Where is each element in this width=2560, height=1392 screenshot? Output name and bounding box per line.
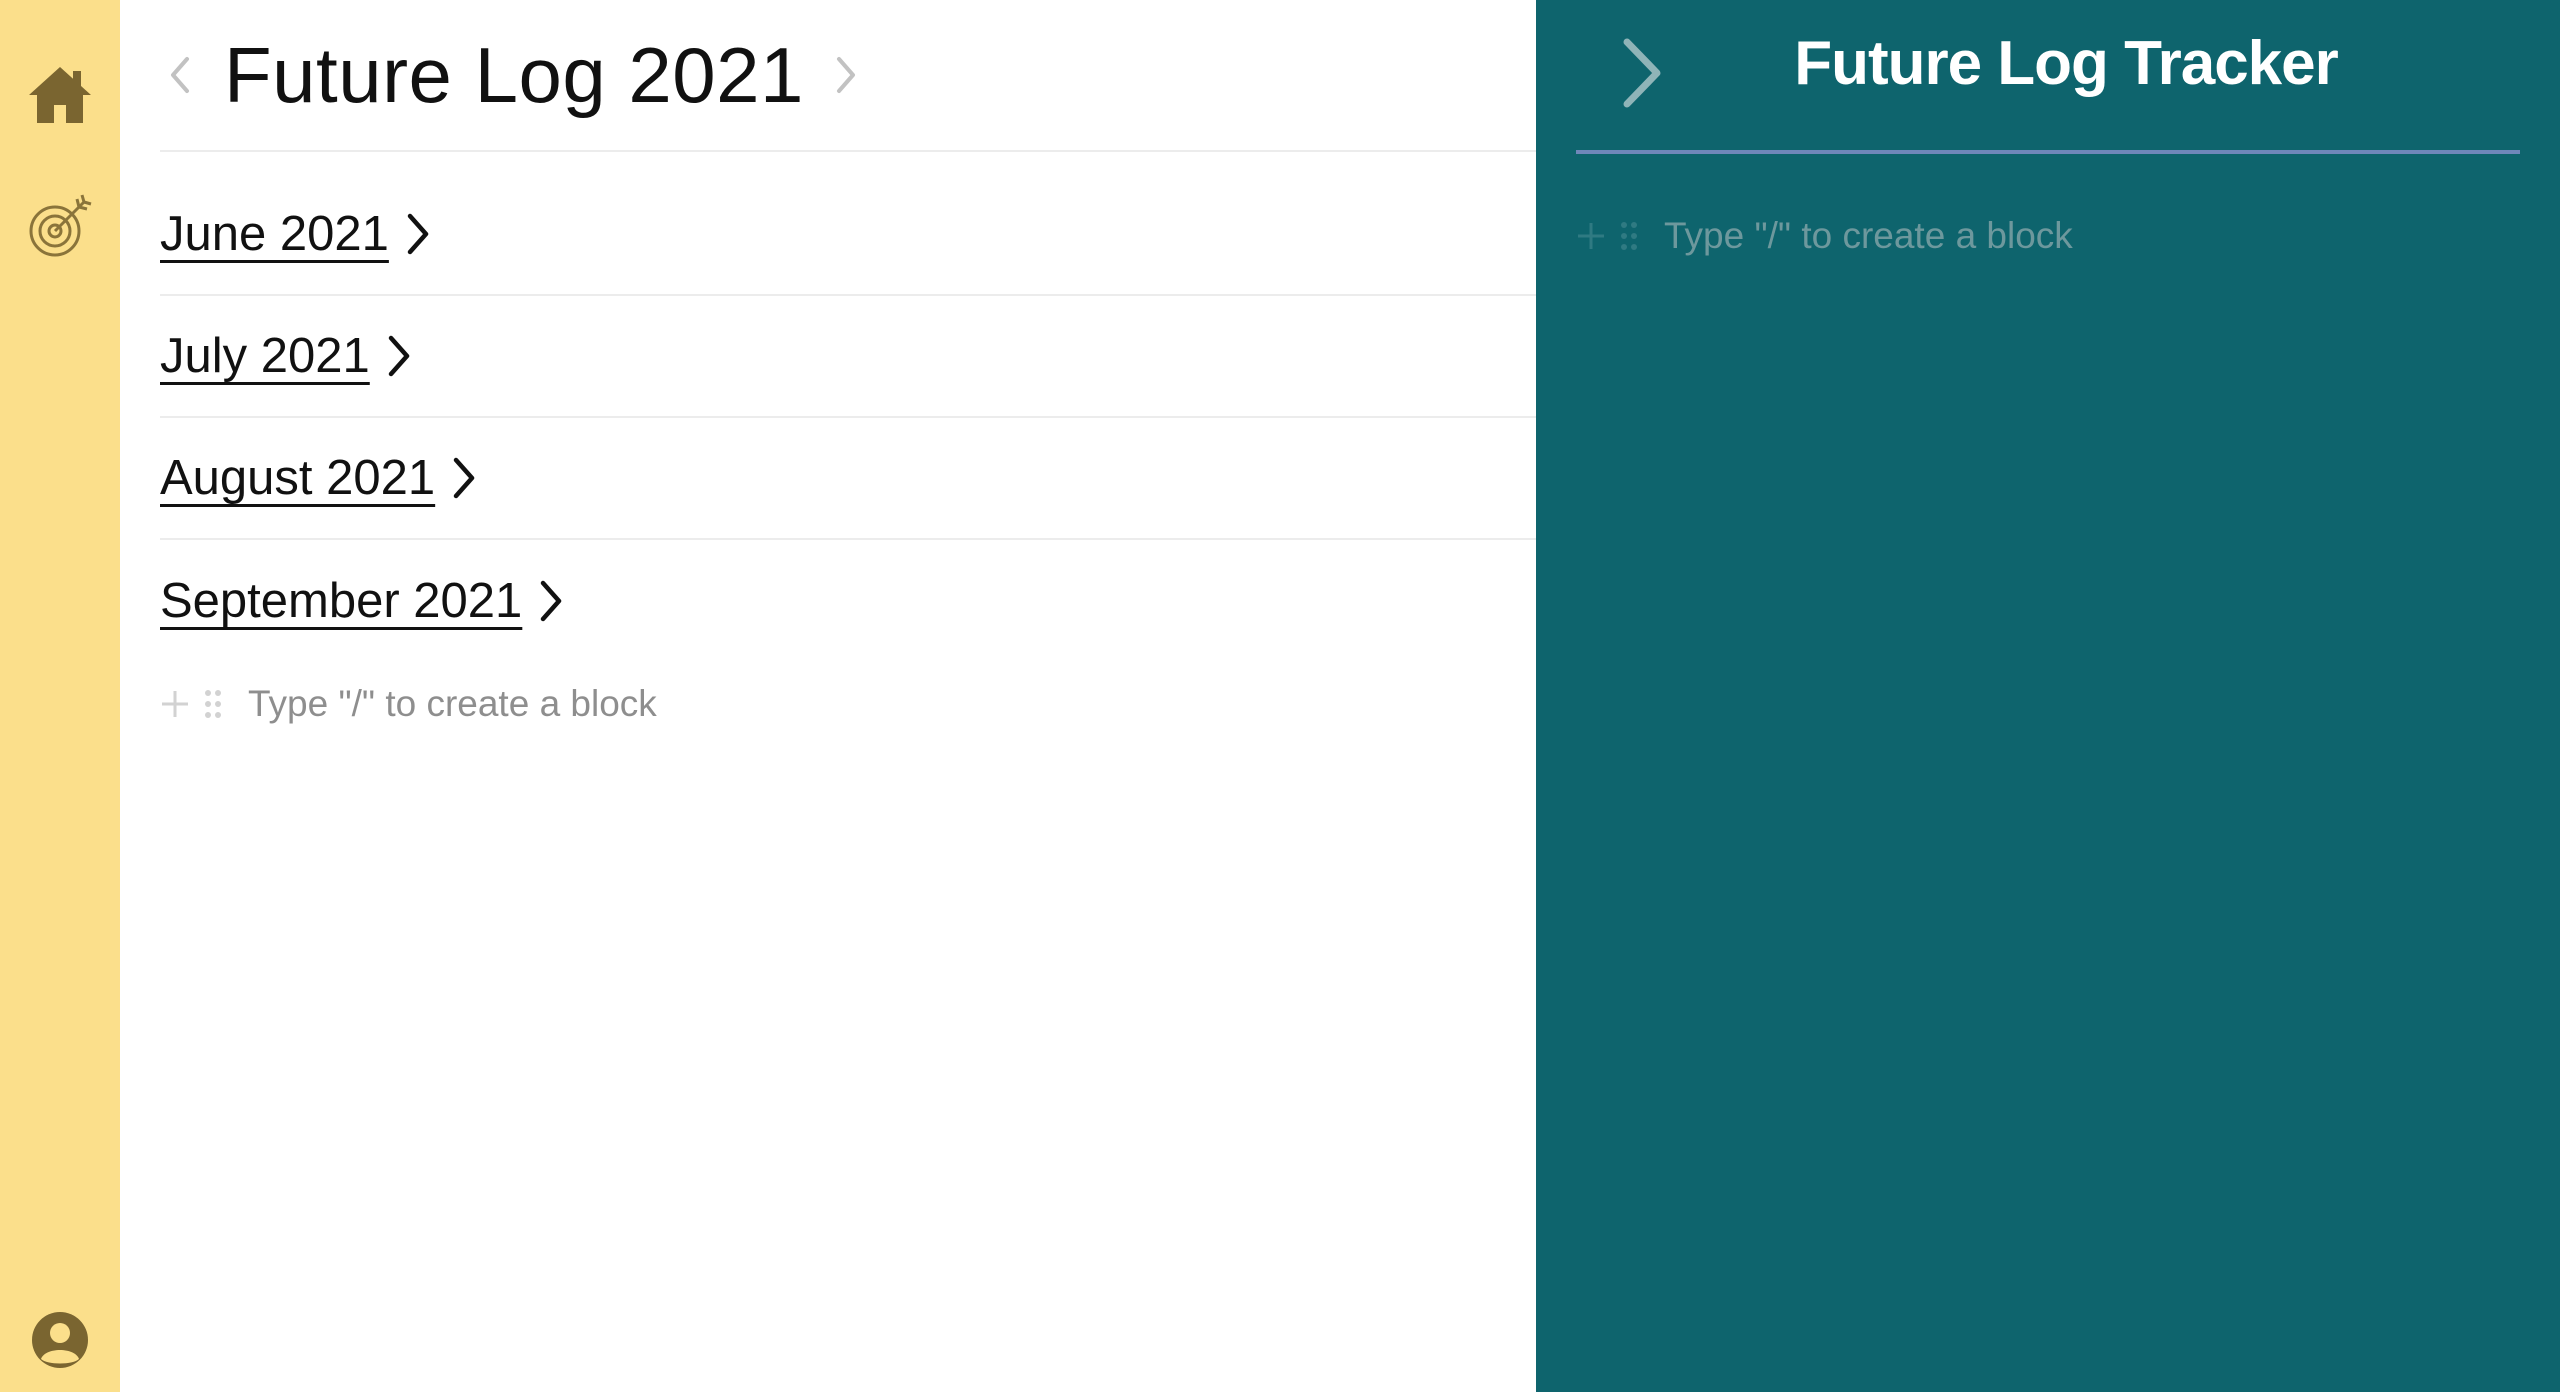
new-block-row[interactable]: Type "/" to create a block bbox=[160, 676, 657, 732]
month-row: July 2021 bbox=[160, 296, 1536, 418]
tracker-panel: Future Log Tracker Type "/" to create a … bbox=[1536, 0, 2560, 1392]
month-expand-button[interactable] bbox=[538, 576, 568, 626]
chevron-right-icon bbox=[541, 580, 562, 622]
tracker-new-block-row[interactable]: Type "/" to create a block bbox=[1576, 208, 2073, 264]
month-link-august[interactable]: August 2021 bbox=[160, 450, 435, 506]
month-expand-button[interactable] bbox=[405, 209, 435, 259]
drag-handle[interactable] bbox=[204, 689, 222, 719]
month-link-september[interactable]: September 2021 bbox=[160, 573, 522, 629]
month-row: June 2021 bbox=[160, 174, 1536, 296]
chevron-right-icon bbox=[836, 57, 855, 93]
page-title[interactable]: Future Log 2021 bbox=[224, 30, 804, 121]
tracker-title: Future Log Tracker bbox=[1794, 29, 2339, 98]
next-page-button[interactable] bbox=[826, 45, 866, 105]
previous-page-button[interactable] bbox=[160, 45, 200, 105]
month-row: August 2021 bbox=[160, 418, 1536, 540]
drag-handle-icon bbox=[1621, 222, 1637, 250]
goals-button[interactable] bbox=[24, 190, 96, 262]
month-row: September 2021 bbox=[160, 540, 1536, 662]
sidebar bbox=[0, 0, 120, 1392]
profile-button[interactable] bbox=[24, 1304, 96, 1376]
chevron-right-icon bbox=[453, 457, 475, 499]
add-block-button[interactable] bbox=[1576, 221, 1606, 251]
user-profile-icon bbox=[32, 1312, 88, 1368]
chevron-right-icon bbox=[407, 213, 429, 255]
plus-icon bbox=[1578, 223, 1604, 249]
home-icon bbox=[29, 67, 91, 123]
main-editor: Future Log 2021 June 2021 July 2021 Augu… bbox=[120, 0, 1536, 1392]
add-block-button[interactable] bbox=[160, 689, 190, 719]
drag-handle-icon bbox=[205, 690, 221, 718]
month-expand-button[interactable] bbox=[386, 331, 416, 381]
title-row: Future Log 2021 bbox=[160, 0, 1536, 152]
drag-handle[interactable] bbox=[1620, 221, 1638, 251]
tracker-header: Future Log Tracker bbox=[1576, 0, 2520, 154]
block-placeholder[interactable]: Type "/" to create a block bbox=[248, 683, 657, 725]
month-expand-button[interactable] bbox=[451, 453, 481, 503]
month-link-june[interactable]: June 2021 bbox=[160, 206, 389, 262]
block-placeholder[interactable]: Type "/" to create a block bbox=[1664, 215, 2073, 257]
month-link-july[interactable]: July 2021 bbox=[160, 328, 370, 384]
plus-icon bbox=[162, 691, 188, 717]
chevron-left-icon bbox=[171, 57, 189, 93]
chevron-right-icon bbox=[388, 335, 410, 377]
home-button[interactable] bbox=[24, 58, 96, 130]
target-icon bbox=[29, 194, 92, 257]
